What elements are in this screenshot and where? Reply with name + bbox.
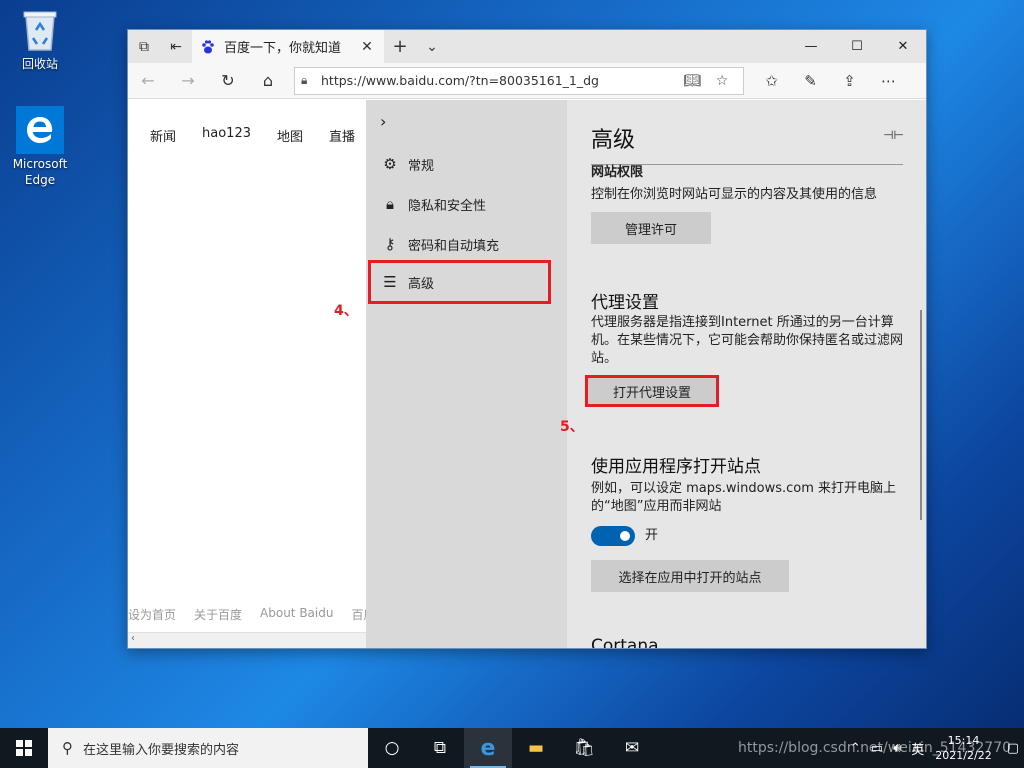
baidu-top-nav: 新闻 hao123 地图 直播 bbox=[150, 126, 381, 145]
tab-preview-icon[interactable]: ⧉ bbox=[128, 30, 160, 63]
add-notes-icon[interactable]: ✎ bbox=[791, 63, 830, 99]
nav-link-hao123[interactable]: hao123 bbox=[202, 126, 251, 145]
annotation-step-4: 4、 bbox=[334, 303, 358, 319]
more-menu-icon[interactable]: ⋯ bbox=[869, 63, 908, 99]
close-window-button[interactable]: ✕ bbox=[880, 30, 926, 63]
recycle-bin-label: 回收站 bbox=[21, 57, 58, 71]
footer-set-home[interactable]: 设为首页 bbox=[128, 606, 176, 623]
address-url: https://www.baidu.com/?tn=80035161_1_dg bbox=[321, 73, 599, 88]
favorite-star-icon[interactable]: ☆ bbox=[707, 73, 737, 89]
nav-link-news[interactable]: 新闻 bbox=[150, 126, 176, 145]
taskbar-search-input[interactable]: ⚲ 在这里输入你要搜索的内容 bbox=[48, 728, 368, 768]
tab-baidu[interactable]: 百度一下，你就知道 ✕ bbox=[192, 30, 384, 63]
tab-close-icon[interactable]: ✕ bbox=[358, 39, 376, 55]
footer-about-en[interactable]: About Baidu bbox=[260, 606, 333, 623]
tab-bar: ⧉ ⇤ 百度一下，你就知道 ✕ + ⌄ — ☐ ✕ bbox=[128, 30, 926, 63]
open-sites-toggle[interactable] bbox=[591, 526, 635, 546]
expand-chevron-icon[interactable]: › bbox=[380, 112, 386, 131]
panel-title: 高级 bbox=[591, 128, 636, 153]
watermark: https://blog.csdn.net/weixin_51432770 bbox=[738, 740, 1012, 756]
settings-item-passwords[interactable]: ⚷ 密码和自动填充 bbox=[376, 224, 556, 264]
new-tab-icon[interactable]: + bbox=[384, 30, 416, 63]
recycle-bin-desktop-icon[interactable]: 回收站 bbox=[5, 6, 75, 72]
edge-browser-window: ⧉ ⇤ 百度一下，你就知道 ✕ + ⌄ — ☐ ✕ ← → ↻ ⌂ 🔒︎ htt… bbox=[127, 29, 927, 649]
settings-item-label: 常规 bbox=[408, 158, 435, 174]
page-content: 新闻 hao123 地图 直播 设为首页 关于百度 About Baidu 百度… bbox=[128, 100, 926, 648]
taskbar-edge-icon[interactable]: e bbox=[464, 728, 512, 768]
vertical-scrollbar[interactable] bbox=[920, 310, 922, 520]
open-sites-in-apps-desc: 例如，可以设定 maps.windows.com 来打开电脑上的“地图”应用而非… bbox=[591, 481, 897, 514]
back-button[interactable]: ← bbox=[128, 63, 168, 99]
mail-icon[interactable]: ✉ bbox=[608, 728, 656, 768]
share-icon[interactable]: ⇪ bbox=[830, 63, 869, 99]
home-button[interactable]: ⌂ bbox=[248, 63, 288, 99]
maximize-button[interactable]: ☐ bbox=[834, 30, 880, 63]
pin-icon[interactable]: ⊣⊢ bbox=[883, 128, 904, 142]
forward-button[interactable]: → bbox=[168, 63, 208, 99]
settings-item-label: 隐私和安全性 bbox=[408, 198, 487, 214]
proxy-heading: 代理设置 bbox=[591, 293, 659, 313]
nav-link-map[interactable]: 地图 bbox=[277, 126, 303, 145]
windows-start-icon[interactable] bbox=[0, 728, 48, 768]
annotation-step-5: 5、 bbox=[560, 419, 584, 435]
cortana-circle-icon[interactable]: ○ bbox=[368, 728, 416, 768]
file-explorer-icon[interactable]: ▬ bbox=[512, 728, 560, 768]
tab-title: 百度一下，你就知道 bbox=[224, 41, 342, 56]
tab-list-chevron-icon[interactable]: ⌄ bbox=[416, 30, 448, 63]
manage-permissions-button[interactable]: 管理许可 bbox=[591, 212, 711, 244]
site-permissions-heading: 网站权限 bbox=[591, 165, 644, 180]
set-aside-tabs-icon[interactable]: ⇤ bbox=[160, 30, 192, 63]
search-icon: ⚲ bbox=[62, 739, 73, 757]
site-permissions-desc: 控制在你浏览时网站可显示的内容及其使用的信息 bbox=[591, 187, 878, 202]
search-placeholder: 在这里输入你要搜索的内容 bbox=[83, 742, 240, 758]
task-view-icon[interactable]: ⧉ bbox=[416, 728, 464, 768]
choose-sites-button[interactable]: 选择在应用中打开的站点 bbox=[591, 560, 789, 592]
edge-icon bbox=[16, 106, 64, 154]
settings-item-advanced[interactable]: ☰ 高级 bbox=[368, 260, 551, 304]
settings-item-privacy[interactable]: 🔒︎ 隐私和安全性 bbox=[376, 184, 556, 224]
cortana-heading: Cortana bbox=[591, 636, 659, 648]
footer-about[interactable]: 关于百度 bbox=[194, 606, 242, 623]
proxy-desc: 代理服务器是指连接到Internet 所通过的另一台计算机。在某些情况下，它可能… bbox=[591, 315, 904, 366]
advanced-settings-panel: 高级 ⊣⊢ 网站权限 控制在你浏览时网站可显示的内容及其使用的信息 管理许可 代… bbox=[567, 100, 926, 648]
store-icon[interactable]: 🛍︎ bbox=[560, 728, 608, 768]
minimize-button[interactable]: — bbox=[788, 30, 834, 63]
nav-link-live[interactable]: 直播 bbox=[329, 126, 355, 145]
horizontal-scrollbar[interactable]: ‹ bbox=[128, 632, 368, 648]
settings-item-general[interactable]: ⚙ 常规 bbox=[376, 144, 556, 184]
settings-item-label: 密码和自动填充 bbox=[408, 238, 500, 254]
settings-menu: › ⚙ 常规 🔒︎ 隐私和安全性 ⚷ 密码和自动填充 ☰ 高级 bbox=[366, 100, 567, 648]
gear-icon: ⚙ bbox=[383, 155, 397, 173]
reading-view-icon[interactable]: 📖︎ bbox=[677, 73, 707, 89]
address-input[interactable]: 🔒︎ https://www.baidu.com/?tn=80035161_1_… bbox=[294, 66, 744, 95]
edge-desktop-label: Microsoft Edge bbox=[12, 157, 68, 187]
lock-icon: 🔒︎ bbox=[301, 73, 308, 87]
refresh-button[interactable]: ↻ bbox=[208, 63, 248, 99]
edge-desktop-shortcut[interactable]: Microsoft Edge bbox=[5, 106, 75, 188]
favorites-hub-icon[interactable]: ✩ bbox=[752, 63, 791, 99]
open-proxy-settings-button[interactable]: 打开代理设置 bbox=[585, 375, 719, 407]
toggle-state-label: 开 bbox=[645, 528, 659, 543]
recycle-bin-icon bbox=[16, 6, 64, 54]
settings-item-label: 高级 bbox=[408, 276, 435, 292]
key-icon: ⚷ bbox=[384, 235, 396, 253]
open-sites-in-apps-heading: 使用应用程序打开站点 bbox=[591, 457, 761, 477]
baidu-footer: 设为首页 关于百度 About Baidu 百度 bbox=[128, 606, 393, 623]
lock-icon: 🔒︎ bbox=[386, 195, 394, 213]
address-bar-row: ← → ↻ ⌂ 🔒︎ https://www.baidu.com/?tn=800… bbox=[128, 63, 926, 99]
baidu-paw-icon bbox=[202, 39, 214, 53]
sliders-icon: ☰ bbox=[383, 273, 397, 291]
